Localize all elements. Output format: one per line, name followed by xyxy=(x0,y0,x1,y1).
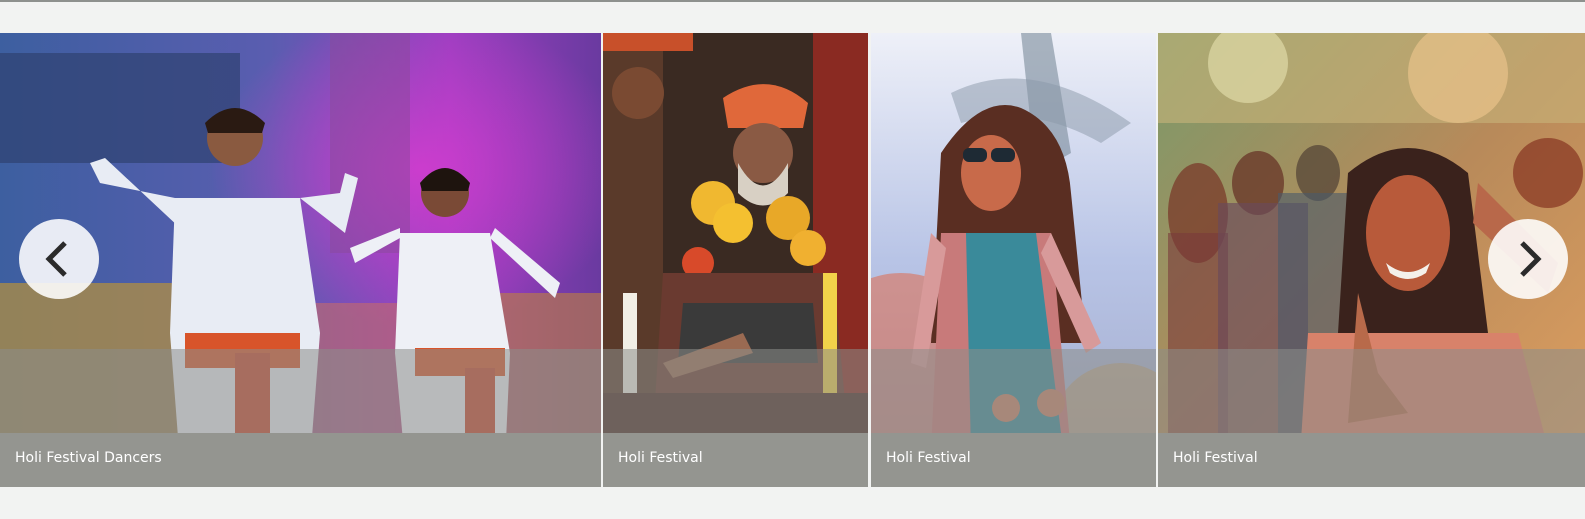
carousel-slide[interactable]: Holi Festival xyxy=(871,33,1156,487)
caption-overlay xyxy=(871,349,1156,433)
caption-bar: Holi Festival xyxy=(871,433,1156,487)
previous-button[interactable] xyxy=(19,219,99,299)
image-carousel: Holi Festival Dancers Holi Festival Holi… xyxy=(0,33,1585,487)
slide-caption: Holi Festival xyxy=(886,450,971,466)
top-divider xyxy=(0,0,1585,2)
caption-overlay xyxy=(603,349,868,433)
chevron-left-icon xyxy=(45,241,67,277)
next-button[interactable] xyxy=(1488,219,1568,299)
chevron-right-icon xyxy=(1520,241,1542,277)
slide-caption: Holi Festival Dancers xyxy=(15,450,162,466)
slide-caption: Holi Festival xyxy=(618,450,703,466)
caption-bar: Holi Festival xyxy=(1158,433,1585,487)
caption-overlay xyxy=(1158,349,1585,433)
slide-caption: Holi Festival xyxy=(1173,450,1258,466)
carousel-slide[interactable]: Holi Festival xyxy=(603,33,868,487)
caption-bar: Holi Festival xyxy=(603,433,868,487)
caption-bar: Holi Festival Dancers xyxy=(0,433,601,487)
caption-overlay xyxy=(0,349,601,433)
